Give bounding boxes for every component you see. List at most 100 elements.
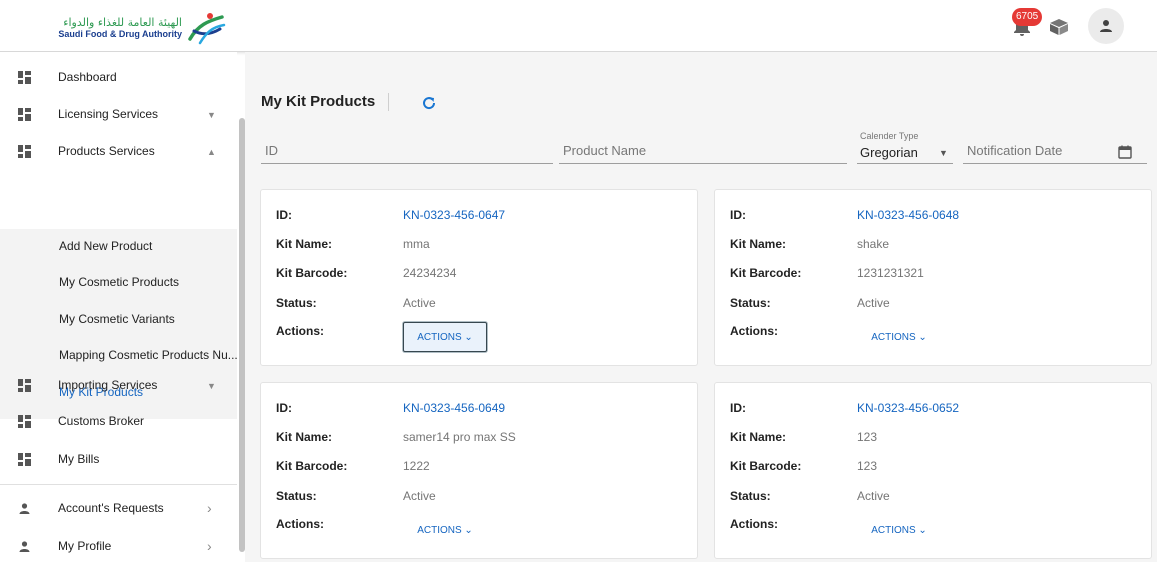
chevron-right-icon: › [207,500,212,516]
grid-icon [18,108,31,121]
kit-barcode-value: 123 [857,459,878,473]
id-label: ID: [730,401,746,415]
kit-product-card: ID: KN-0323-456-0648 Kit Name: shake Kit… [714,189,1152,366]
kit-name-label: Kit Name: [730,430,787,444]
sidebar-item-customs-broker[interactable]: Customs Broker [0,402,232,440]
actions-button[interactable]: ACTIONS ⌄ [857,515,941,545]
product-name-input[interactable] [559,143,847,158]
sidebar-item-label: My Bills [58,452,100,466]
sidebar-item-my-profile[interactable]: My Profile › [0,527,232,562]
actions-button[interactable]: ACTIONS ⌄ [403,515,487,545]
submenu-item-my-cosmetic-variants[interactable]: My Cosmetic Variants [59,312,175,326]
chevron-up-icon: ▲ [207,147,216,157]
kit-product-card: ID: KN-0323-456-0647 Kit Name: mma Kit B… [260,189,698,366]
sidebar-item-label: Dashboard [58,70,117,84]
logo-english-text: Saudi Food & Drug Authority [58,29,182,39]
id-label: ID: [730,208,746,222]
sidebar-item-accounts-requests[interactable]: Account's Requests › [0,489,232,527]
calendar-type-label: Calender Type [860,131,919,141]
sidebar-item-dashboard[interactable]: Dashboard [0,58,232,96]
kit-name-value: shake [857,237,890,251]
refresh-icon[interactable] [421,95,437,111]
status-label: Status: [730,296,771,310]
submenu-item-add-new-product[interactable]: Add New Product [59,239,152,253]
kit-name-value: samer14 pro max SS [403,430,516,444]
sidebar-item-label: Customs Broker [58,414,145,428]
product-name-filter-field [559,142,847,164]
kit-id-link[interactable]: KN-0323-456-0648 [857,208,959,222]
sidebar-item-products-services[interactable]: Products Services ▲ [0,132,232,170]
grid-icon [18,71,31,84]
grid-icon [18,415,31,428]
person-icon [19,503,30,514]
chevron-right-icon: › [207,538,212,554]
id-filter-field [261,142,553,164]
status-value: Active [403,296,436,310]
sidebar-item-licensing-services[interactable]: Licensing Services ▼ [0,95,232,133]
id-label: ID: [276,401,292,415]
kit-barcode-value: 1222 [403,459,430,473]
package-icon[interactable] [1048,18,1070,36]
sidebar-item-my-bills[interactable]: My Bills [0,440,232,478]
top-header: الهيئة العامة للغذاء والدواء Saudi Food … [0,0,1157,52]
calendar-type-value: Gregorian [860,145,918,160]
page-title: My Kit Products [261,93,376,110]
person-icon [1100,20,1112,32]
main-content: My Kit Products Calender Type Gregorian … [245,52,1157,562]
sfda-logo[interactable]: الهيئة العامة للغذاء والدواء Saudi Food … [42,11,227,45]
grid-icon [18,453,31,466]
kit-barcode-label: Kit Barcode: [276,266,348,280]
status-label: Status: [730,489,771,503]
sidebar-item-importing-services[interactable]: Importing Services ▼ [0,366,232,404]
person-icon [19,541,30,552]
kit-barcode-label: Kit Barcode: [276,459,348,473]
actions-label: Actions: [730,517,778,531]
kit-barcode-value: 1231231321 [857,266,924,280]
kit-name-label: Kit Name: [276,430,333,444]
status-label: Status: [276,296,317,310]
kit-name-label: Kit Name: [730,237,787,251]
actions-button[interactable]: ACTIONS ⌄ [403,322,487,352]
submenu-item-mapping-cosmetic-products[interactable]: Mapping Cosmetic Products Nu... [59,348,238,362]
sidebar-item-label: My Profile [58,539,112,553]
sidebar-divider [0,484,237,485]
sidebar-item-label: Account's Requests [58,501,164,515]
kit-id-link[interactable]: KN-0323-456-0647 [403,208,505,222]
kit-product-card: ID: KN-0323-456-0652 Kit Name: 123 Kit B… [714,382,1152,559]
sidebar-item-label: Importing Services [58,378,158,392]
logo-mark-icon [188,13,226,45]
kit-barcode-label: Kit Barcode: [730,266,802,280]
sidebar: Dashboard Licensing Services ▼ Products … [0,52,238,562]
kit-id-link[interactable]: KN-0323-456-0649 [403,401,505,415]
sidebar-item-label: Products Services [58,144,155,158]
user-avatar[interactable] [1088,8,1124,44]
grid-icon [18,379,31,392]
kit-name-label: Kit Name: [276,237,333,251]
chevron-down-icon: ▼ [207,381,216,391]
grid-icon [18,145,31,158]
notification-badge[interactable]: 6705 [1012,8,1043,26]
status-label: Status: [276,489,317,503]
sidebar-item-label: Licensing Services [58,107,159,121]
logo-arabic-text: الهيئة العامة للغذاء والدواء [63,16,182,29]
dropdown-arrow-icon: ▼ [939,148,948,158]
actions-label: Actions: [276,324,324,338]
status-value: Active [403,489,436,503]
title-separator [388,93,389,111]
actions-label: Actions: [730,324,778,338]
status-value: Active [857,296,890,310]
kit-id-link[interactable]: KN-0323-456-0652 [857,401,959,415]
kit-barcode-value: 24234234 [403,266,457,280]
status-value: Active [857,489,890,503]
chevron-down-icon: ▼ [207,110,216,120]
actions-button[interactable]: ACTIONS ⌄ [857,322,941,352]
id-label: ID: [276,208,292,222]
calendar-icon[interactable] [1118,145,1132,159]
actions-label: Actions: [276,517,324,531]
submenu-item-my-cosmetic-products[interactable]: My Cosmetic Products [59,275,179,289]
kit-barcode-label: Kit Barcode: [730,459,802,473]
kit-name-value: mma [403,237,430,251]
kit-product-card: ID: KN-0323-456-0649 Kit Name: samer14 p… [260,382,698,559]
id-filter-input[interactable] [261,143,553,158]
kit-name-value: 123 [857,430,878,444]
